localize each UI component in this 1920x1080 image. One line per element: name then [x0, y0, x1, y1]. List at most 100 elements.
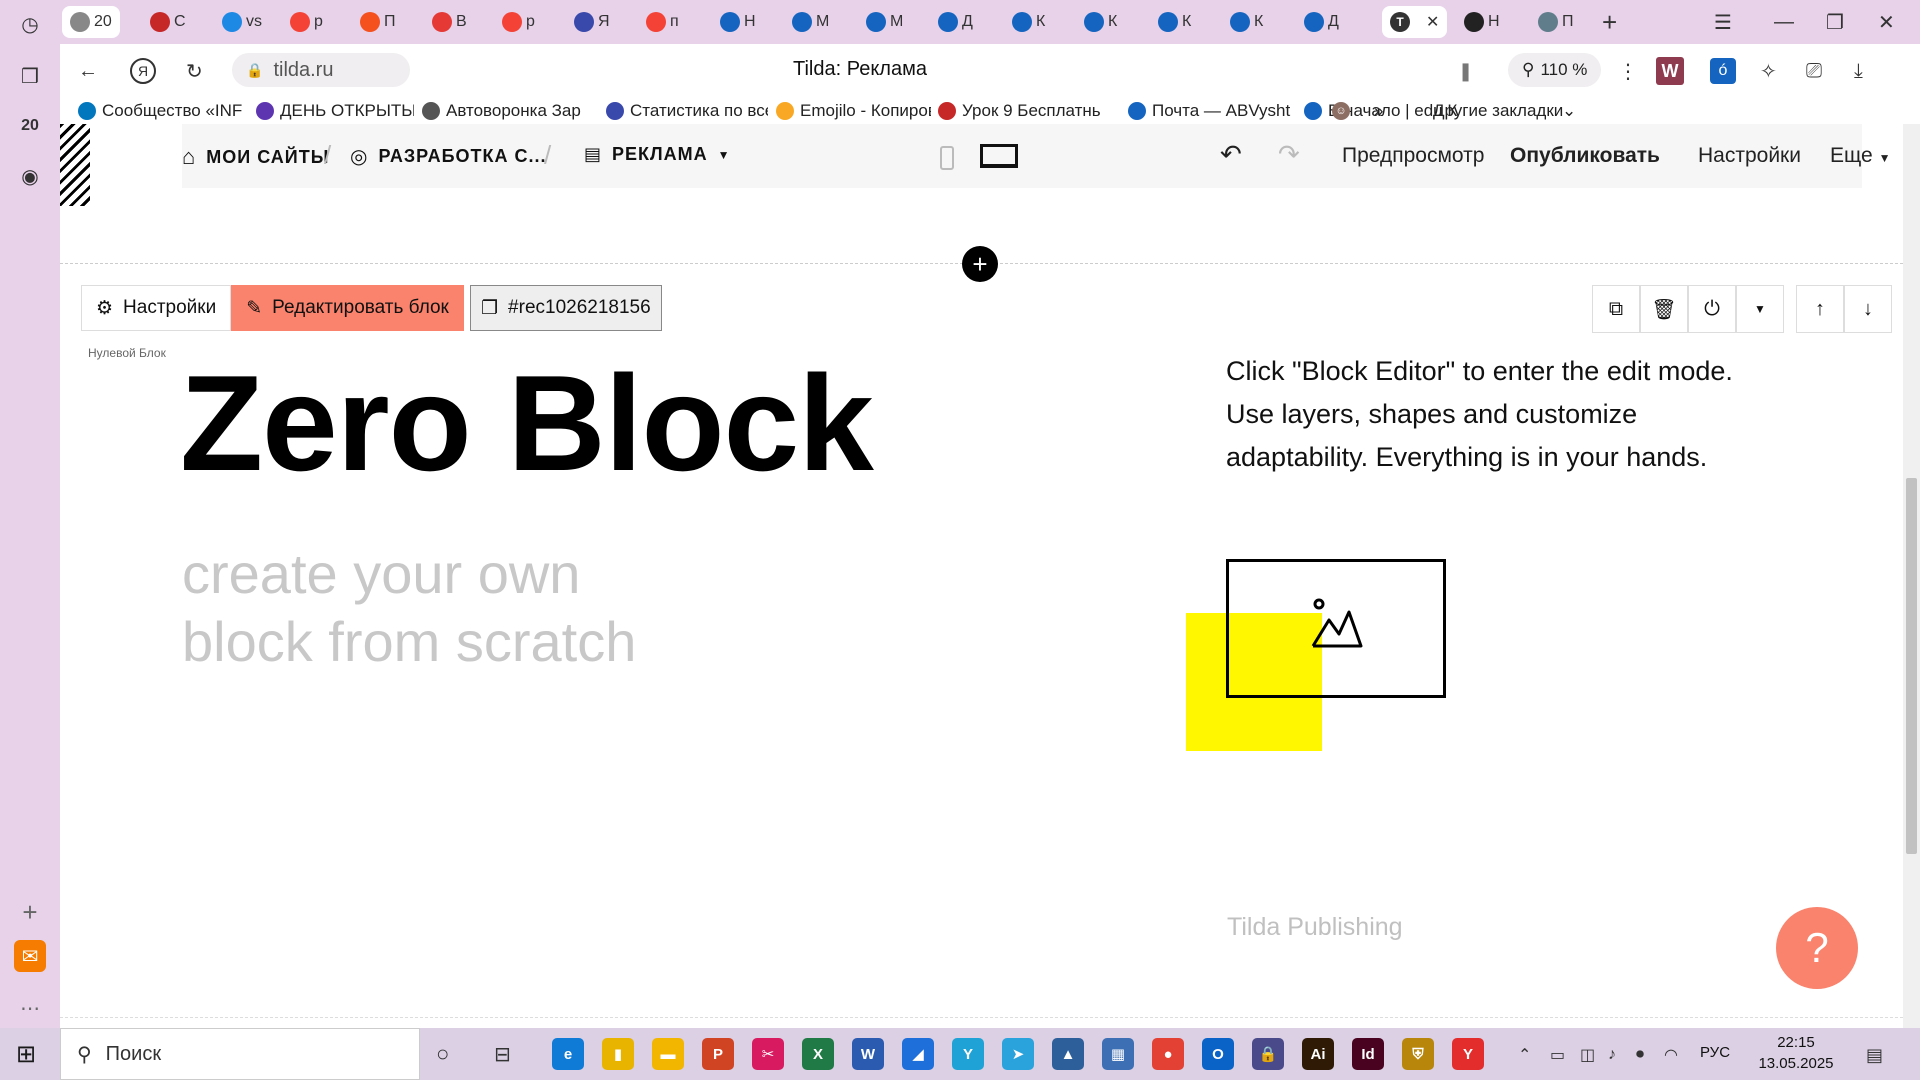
add-panel-icon[interactable]: + [14, 896, 46, 928]
browser-tab[interactable]: vs [222, 6, 262, 38]
browser-tab[interactable]: Н [1464, 6, 1500, 38]
zoom-indicator[interactable]: ⚲ 110 % [1508, 53, 1602, 87]
page-link[interactable]: ▤ РЕКЛАМА ▼ [584, 144, 731, 165]
browser-tab[interactable]: К [1158, 6, 1191, 38]
multitask-icon[interactable]: ⊟ [494, 1039, 511, 1069]
page-scrollbar[interactable] [1903, 124, 1920, 1028]
extension-w-icon[interactable]: W [1656, 57, 1684, 85]
mail-panel-icon[interactable]: ✉ [14, 940, 46, 972]
edge-app-icon[interactable]: e [552, 1038, 584, 1070]
trash-icon[interactable]: 🗑 [1640, 285, 1688, 333]
move-up-icon[interactable]: ↑ [1796, 285, 1844, 333]
microphone-icon[interactable]: ⏺ [1636, 1040, 1644, 1070]
explorer-app-icon[interactable]: ▬ [652, 1038, 684, 1070]
notifications-icon[interactable]: ▤ [1866, 1040, 1883, 1070]
browser-tab[interactable]: Д [1304, 6, 1339, 38]
help-button[interactable]: ? [1776, 907, 1858, 989]
taskbar-search[interactable]: ⚲ Поиск [60, 1028, 420, 1080]
desktop-view-icon[interactable] [980, 144, 1018, 168]
bookmark-item[interactable]: Emojilo - Копиров [776, 100, 931, 122]
indesign-app-icon[interactable]: Id [1352, 1038, 1384, 1070]
collections-icon[interactable]: ❒ [14, 60, 46, 92]
bookmark-item[interactable]: Автоворонка Зар [422, 100, 598, 122]
mobile-view-icon[interactable] [940, 146, 954, 170]
more-actions-icon[interactable]: ▼ [1736, 285, 1784, 333]
browser-tab[interactable]: T ✕ [1382, 6, 1448, 38]
add-block-button[interactable]: + [962, 246, 998, 282]
browser-tab[interactable]: К [1084, 6, 1117, 38]
settings-link[interactable]: Настройки [1698, 144, 1801, 168]
paint-app-icon[interactable]: ◢ [902, 1038, 934, 1070]
close-window-icon[interactable]: ✕ [1878, 7, 1895, 37]
restore-icon[interactable]: ❐ [1826, 7, 1844, 37]
more-menu[interactable]: Еще ▼ [1830, 144, 1890, 168]
new-tab-button[interactable]: + [1602, 7, 1617, 37]
scissors-app-icon[interactable]: ✂ [752, 1038, 784, 1070]
telegram-app-icon[interactable]: ➤ [1002, 1038, 1034, 1070]
bookmark-item[interactable]: ДЕНЬ ОТКРЫТЫХ [256, 100, 414, 122]
lock-app-app-icon[interactable]: 🔒 [1252, 1038, 1284, 1070]
task-view-icon[interactable]: ○ [436, 1039, 449, 1069]
browser-tab[interactable]: Я [574, 6, 610, 38]
my-sites-link[interactable]: ⌂ МОИ САЙТЫ [182, 144, 329, 170]
calculator-app-icon[interactable]: ▦ [1102, 1038, 1134, 1070]
browser-tab[interactable]: Д [938, 6, 973, 38]
more-bookmarks-button[interactable]: » [1374, 100, 1383, 122]
browser-tab[interactable]: р [502, 6, 535, 38]
browser-tab[interactable]: П [1538, 6, 1574, 38]
wifi-icon[interactable]: ◠ [1664, 1040, 1678, 1070]
app-y-app-icon[interactable]: Y [952, 1038, 984, 1070]
project-link[interactable]: ◎ РАЗРАБОТКА С... [350, 144, 547, 169]
yandex-app-icon[interactable]: Y [1452, 1038, 1484, 1070]
illustrator-app-icon[interactable]: Ai [1302, 1038, 1334, 1070]
browser-tab[interactable]: р [290, 6, 323, 38]
undo-icon[interactable]: ↶ [1220, 139, 1242, 170]
screenshot-icon[interactable]: ◉ [14, 160, 46, 192]
other-bookmarks-chevron-icon[interactable]: ⌄ [1562, 100, 1576, 122]
history-icon[interactable]: ◷ [14, 8, 46, 40]
record-id-button[interactable]: ❐ #rec1026218156 [470, 285, 662, 331]
preview-link[interactable]: Предпросмотр [1342, 144, 1484, 168]
battery-icon[interactable]: ▭ [1550, 1040, 1565, 1070]
bookmark-item[interactable]: Почта — ABVysht [1128, 100, 1296, 122]
tabs-menu-icon[interactable]: ☰ [1714, 7, 1732, 37]
clock[interactable]: 22:15 13.05.2025 [1744, 1032, 1848, 1074]
browser-tab[interactable]: С [150, 6, 186, 38]
outlook-app-icon[interactable]: O [1202, 1038, 1234, 1070]
volume-icon[interactable]: ♪ [1608, 1040, 1616, 1070]
chrome-app-icon[interactable]: ● [1152, 1038, 1184, 1070]
app-graph-app-icon[interactable]: ▲ [1052, 1038, 1084, 1070]
camera-icon[interactable]: ◫ [1580, 1040, 1595, 1070]
edit-block-button[interactable]: ✎ Редактировать блок [231, 285, 464, 331]
move-down-icon[interactable]: ↓ [1844, 285, 1892, 333]
browser-tab[interactable]: М [792, 6, 829, 38]
excel-app-icon[interactable]: X [802, 1038, 834, 1070]
menu-dots-icon[interactable]: ⋮ [1618, 56, 1638, 86]
close-tab-icon[interactable]: ✕ [1426, 12, 1439, 32]
bookmark-icon[interactable]: ❚ [1458, 56, 1473, 86]
minimize-icon[interactable]: — [1774, 7, 1794, 37]
files-app-icon[interactable]: ▮ [602, 1038, 634, 1070]
word-app-icon[interactable]: W [852, 1038, 884, 1070]
block-settings-button[interactable]: ⚙ Настройки [81, 285, 232, 331]
extension-o-icon[interactable]: ó [1710, 58, 1736, 84]
profile-bookmark-icon[interactable]: ☺ [1332, 100, 1362, 122]
bookmark-item[interactable]: Сообщество «INF [78, 100, 246, 122]
duplicate-icon[interactable]: ⧉ [1592, 285, 1640, 333]
browser-tab[interactable]: 20 [62, 6, 120, 38]
other-bookmarks[interactable]: Другие закладки [1433, 100, 1563, 122]
scrollbar-thumb[interactable] [1906, 478, 1917, 854]
extensions-icon[interactable]: ✧ [1760, 56, 1777, 86]
publish-button[interactable]: Опубликовать [1510, 144, 1660, 168]
tray-chevron-icon[interactable]: ⌃ [1518, 1040, 1531, 1070]
shield-app-app-icon[interactable]: ⛨ [1402, 1038, 1434, 1070]
browser-tab[interactable]: П [360, 6, 396, 38]
bookmark-item[interactable]: Статистика по все [606, 100, 768, 122]
redo-icon[interactable]: ↷ [1278, 139, 1300, 170]
windows-start-icon[interactable]: ⊞ [16, 1039, 36, 1069]
powerpoint-app-icon[interactable]: P [702, 1038, 734, 1070]
browser-tab[interactable]: М [866, 6, 903, 38]
downloads-icon[interactable]: ⤓ [1854, 56, 1863, 86]
power-icon[interactable]: ⏻ [1688, 285, 1736, 333]
bookmark-item[interactable]: Урок 9 Бесплатнь [938, 100, 1120, 122]
